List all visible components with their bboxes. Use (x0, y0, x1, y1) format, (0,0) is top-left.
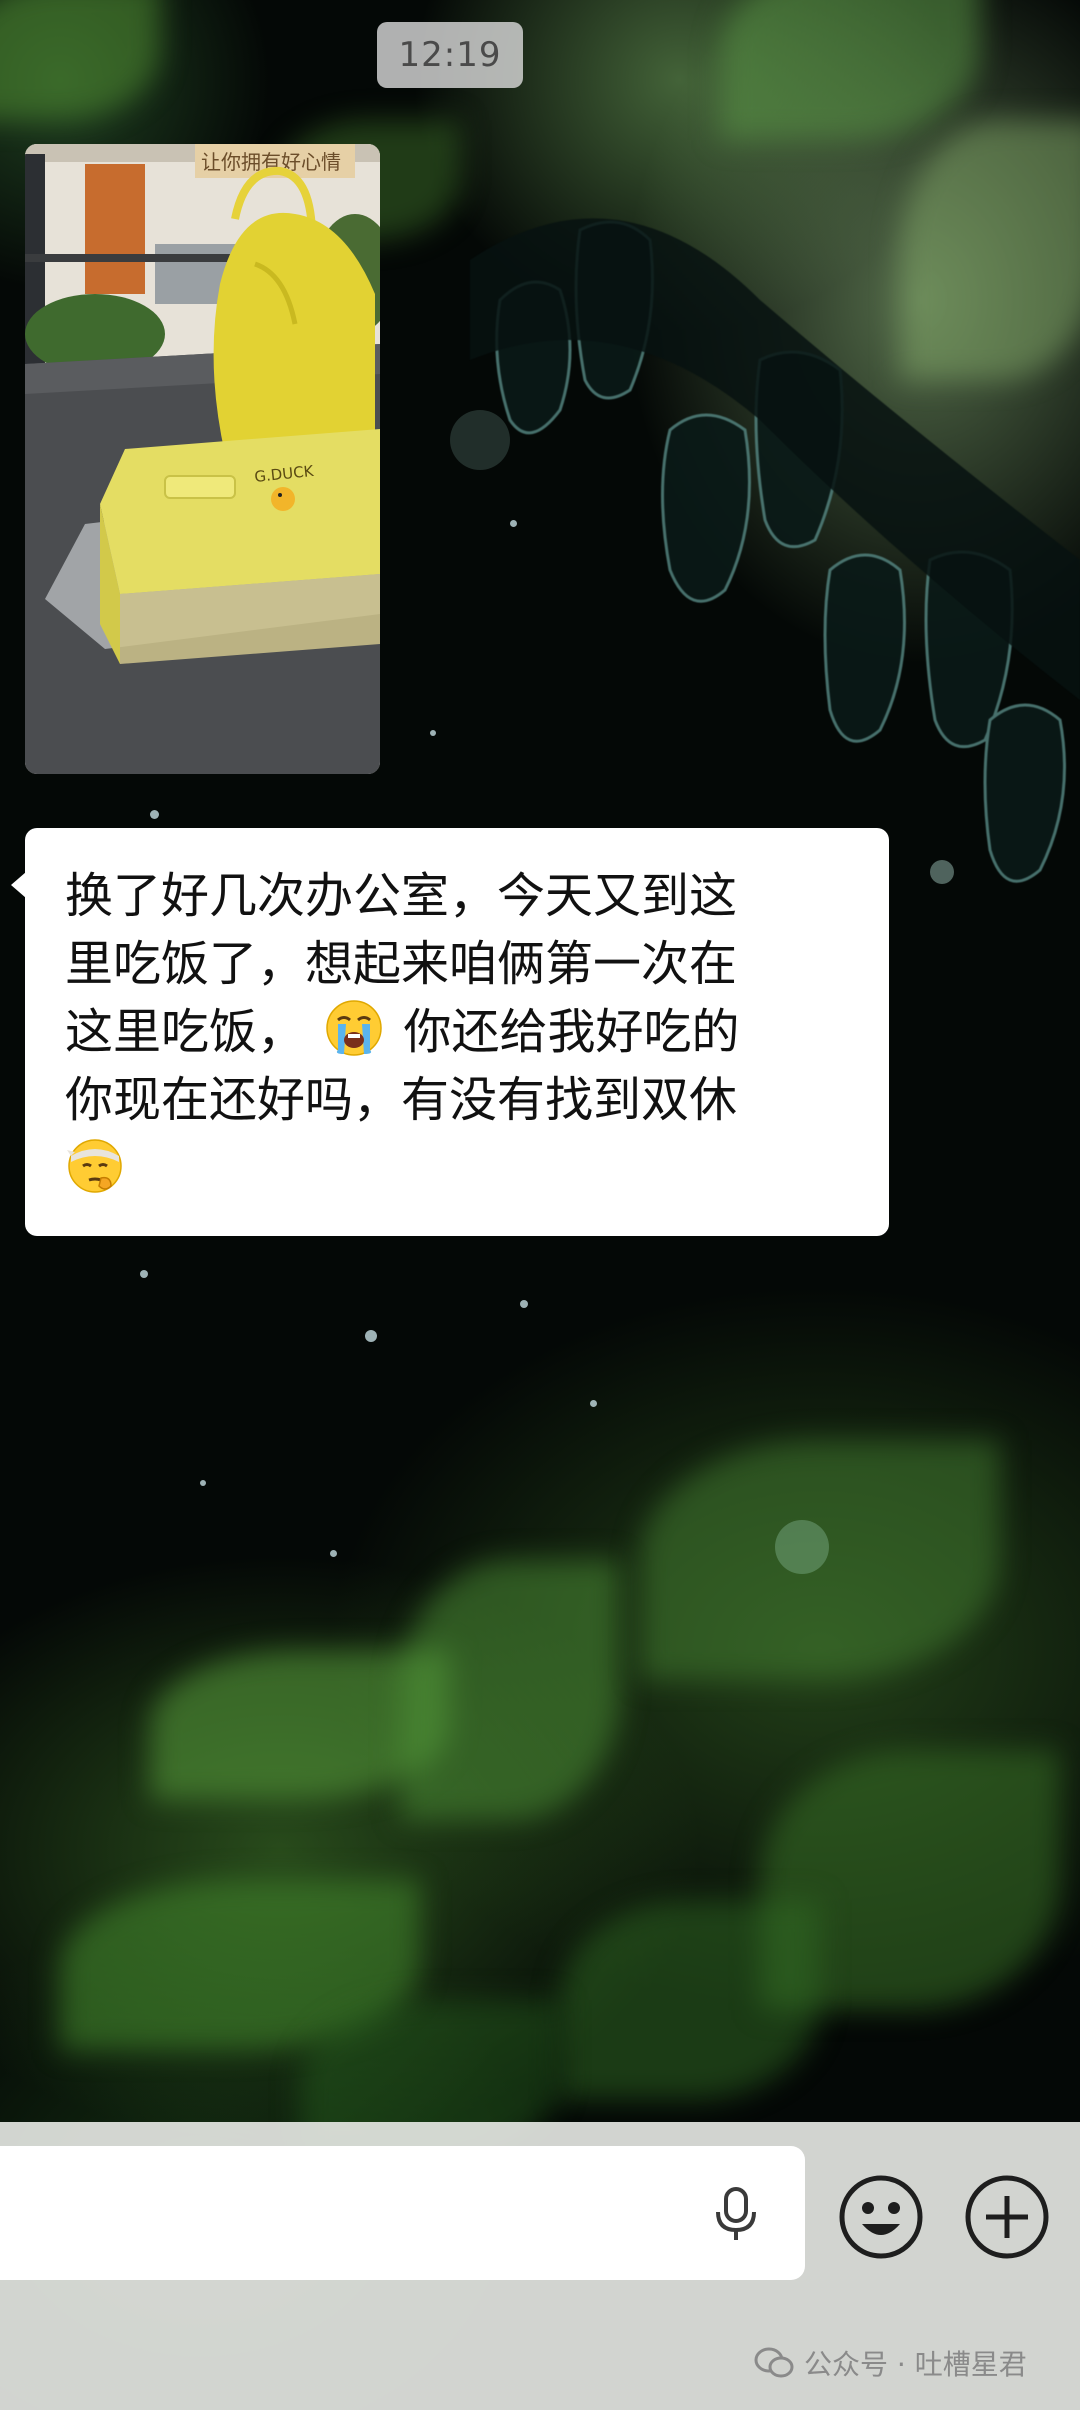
text-message-bubble[interactable]: 换了好几次办公室，今天又到这 里吃饭了，想起来咱俩第一次在 这里吃饭， 你还给我… (11, 828, 889, 1236)
loudly-crying-face-icon (326, 1000, 383, 1056)
lunchbox-photo: 让你拥有好心情 G.DUCK (25, 144, 380, 774)
watermark-text: 公众号 · 吐槽星君 (804, 2348, 1027, 2381)
thinking-face-with-headband-icon (67, 1139, 122, 1193)
message-line-5 (65, 1134, 859, 1202)
message-line-2: 里吃饭了，想起来咱俩第一次在 (65, 936, 738, 992)
message-input[interactable] (0, 2146, 805, 2280)
message-line-1: 换了好几次办公室，今天又到这 (65, 868, 738, 924)
smiley-icon[interactable] (838, 2174, 924, 2260)
message-line-3-end: 你还给我好吃的 (403, 1004, 740, 1060)
message-line-4: 你现在还好吗，有没有找到双休 (65, 1072, 738, 1128)
message-timestamp: 12:19 (377, 22, 523, 88)
microphone-icon[interactable] (712, 2186, 760, 2244)
photo-message[interactable]: 让你拥有好心情 G.DUCK (25, 144, 380, 774)
watermark: 公众号 · 吐槽星君 (754, 2338, 1027, 2388)
plus-icon[interactable] (964, 2174, 1050, 2260)
wechat-official-account-icon (754, 2347, 794, 2378)
message-line-3: 这里吃饭， 你还给我好吃的 (65, 998, 859, 1066)
message-line-3-start: 这里吃饭， (65, 1004, 306, 1060)
